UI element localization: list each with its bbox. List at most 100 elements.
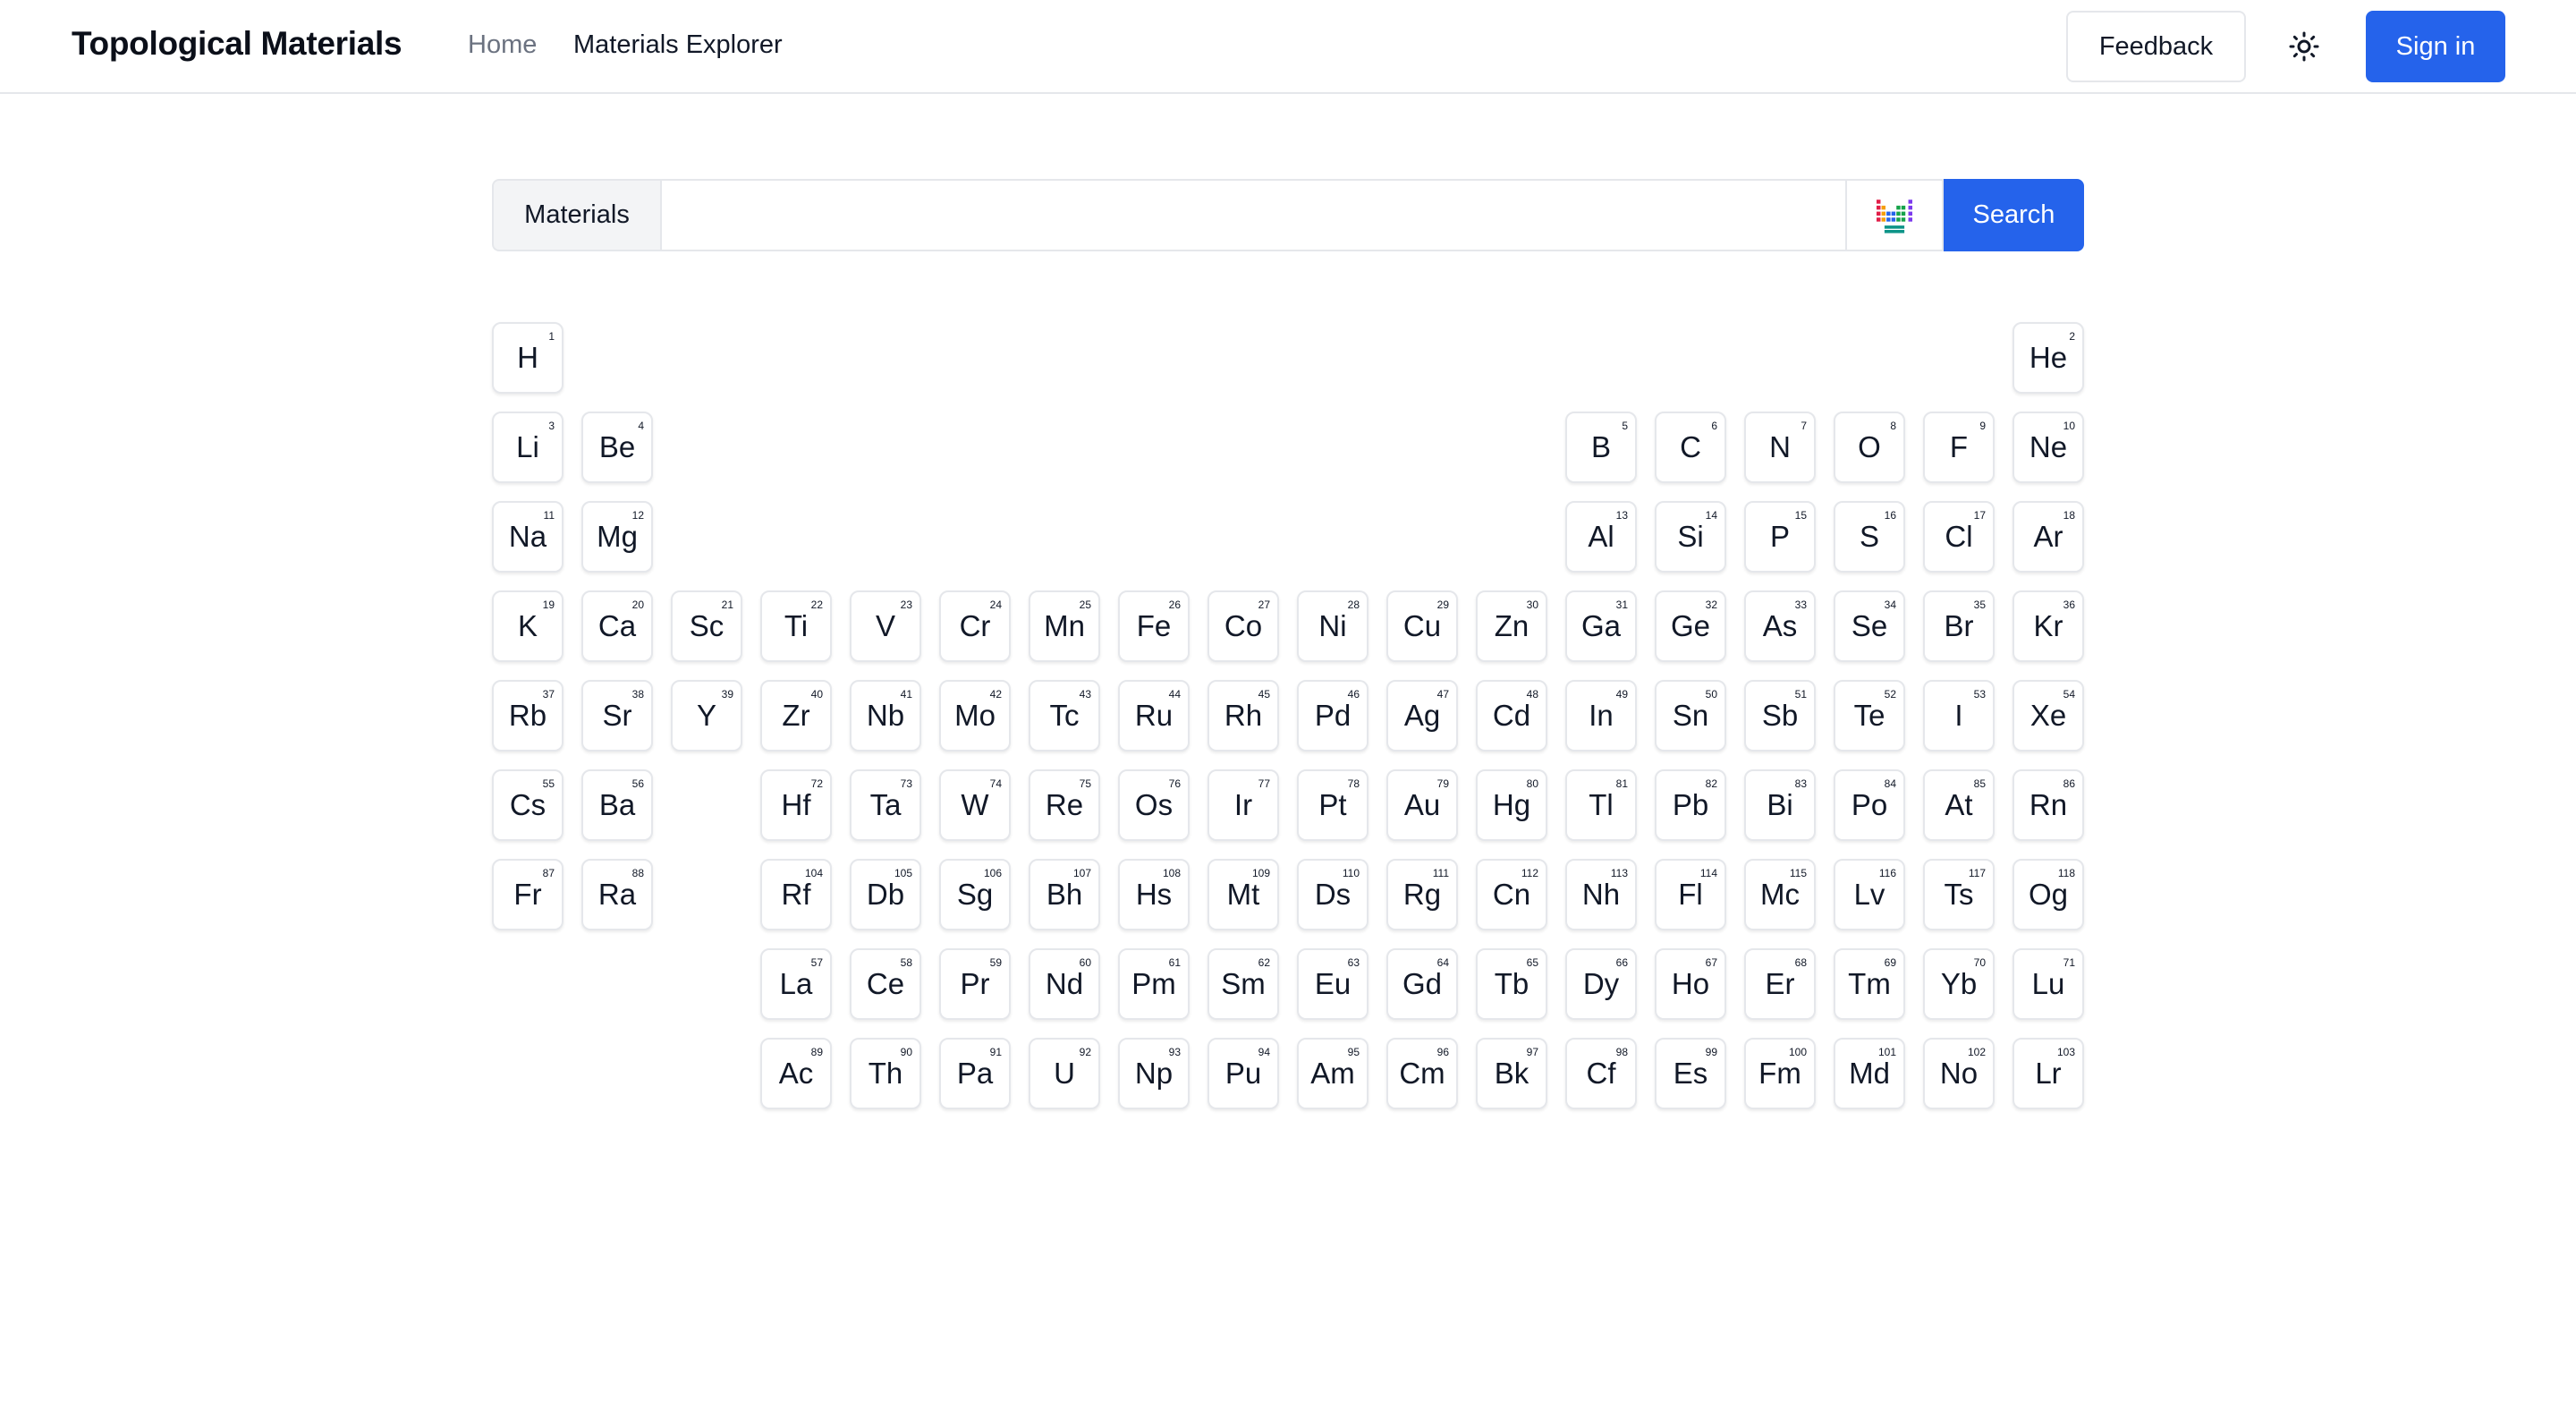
materials-search-input[interactable] (660, 179, 1847, 251)
element-tile-mt[interactable]: Mt 109 (1208, 859, 1279, 930)
element-tile-gd[interactable]: Gd 64 (1386, 948, 1458, 1020)
element-tile-as[interactable]: As 33 (1744, 590, 1816, 662)
element-tile-bi[interactable]: Bi 83 (1744, 769, 1816, 841)
element-tile-u[interactable]: U 92 (1029, 1038, 1100, 1109)
element-tile-ce[interactable]: Ce 58 (850, 948, 921, 1020)
element-tile-xe[interactable]: Xe 54 (2012, 680, 2084, 751)
element-tile-c[interactable]: C6 (1655, 412, 1726, 483)
element-tile-f[interactable]: F9 (1923, 412, 1995, 483)
element-tile-db[interactable]: Db 105 (850, 859, 921, 930)
element-tile-h[interactable]: H1 (492, 322, 564, 394)
nav-link-materials-explorer[interactable]: Materials Explorer (573, 30, 783, 60)
element-tile-tb[interactable]: Tb 65 (1476, 948, 1547, 1020)
element-tile-zn[interactable]: Zn 30 (1476, 590, 1547, 662)
element-tile-ti[interactable]: Ti 22 (760, 590, 832, 662)
element-tile-bh[interactable]: Bh 107 (1029, 859, 1100, 930)
element-tile-ar[interactable]: Ar 18 (2012, 501, 2084, 573)
element-tile-ba[interactable]: Ba 56 (581, 769, 653, 841)
element-tile-ac[interactable]: Ac 89 (760, 1038, 832, 1109)
element-tile-v[interactable]: V 23 (850, 590, 921, 662)
element-tile-na[interactable]: Na 11 (492, 501, 564, 573)
element-tile-at[interactable]: At 85 (1923, 769, 1995, 841)
element-tile-se[interactable]: Se 34 (1834, 590, 1905, 662)
element-tile-rg[interactable]: Rg 111 (1386, 859, 1458, 930)
element-tile-au[interactable]: Au 79 (1386, 769, 1458, 841)
element-tile-fl[interactable]: Fl 114 (1655, 859, 1726, 930)
element-tile-lv[interactable]: Lv 116 (1834, 859, 1905, 930)
element-tile-yb[interactable]: Yb 70 (1923, 948, 1995, 1020)
element-tile-dy[interactable]: Dy 66 (1565, 948, 1637, 1020)
feedback-button[interactable]: Feedback (2066, 11, 2246, 82)
element-tile-ra[interactable]: Ra 88 (581, 859, 653, 930)
element-tile-cu[interactable]: Cu 29 (1386, 590, 1458, 662)
element-tile-he[interactable]: He 2 (2012, 322, 2084, 394)
element-tile-co[interactable]: Co 27 (1208, 590, 1279, 662)
element-tile-ta[interactable]: Ta 73 (850, 769, 921, 841)
element-tile-hg[interactable]: Hg 80 (1476, 769, 1547, 841)
element-tile-kr[interactable]: Kr 36 (2012, 590, 2084, 662)
element-tile-fm[interactable]: Fm 100 (1744, 1038, 1816, 1109)
element-tile-mn[interactable]: Mn 25 (1029, 590, 1100, 662)
element-tile-tm[interactable]: Tm 69 (1834, 948, 1905, 1020)
element-tile-rb[interactable]: Rb 37 (492, 680, 564, 751)
element-tile-o[interactable]: O8 (1834, 412, 1905, 483)
element-tile-eu[interactable]: Eu 63 (1297, 948, 1368, 1020)
element-tile-nb[interactable]: Nb 41 (850, 680, 921, 751)
element-tile-cd[interactable]: Cd 48 (1476, 680, 1547, 751)
periodic-table-toggle-button[interactable] (1847, 179, 1944, 251)
element-tile-pr[interactable]: Pr 59 (939, 948, 1011, 1020)
element-tile-md[interactable]: Md 101 (1834, 1038, 1905, 1109)
element-tile-pu[interactable]: Pu 94 (1208, 1038, 1279, 1109)
element-tile-ne[interactable]: Ne 10 (2012, 412, 2084, 483)
element-tile-te[interactable]: Te 52 (1834, 680, 1905, 751)
element-tile-y[interactable]: Y 39 (671, 680, 742, 751)
element-tile-ga[interactable]: Ga 31 (1565, 590, 1637, 662)
element-tile-cs[interactable]: Cs 55 (492, 769, 564, 841)
element-tile-fr[interactable]: Fr 87 (492, 859, 564, 930)
element-tile-la[interactable]: La 57 (760, 948, 832, 1020)
element-tile-cm[interactable]: Cm 96 (1386, 1038, 1458, 1109)
element-tile-hf[interactable]: Hf 72 (760, 769, 832, 841)
element-tile-sr[interactable]: Sr 38 (581, 680, 653, 751)
element-tile-th[interactable]: Th 90 (850, 1038, 921, 1109)
element-tile-er[interactable]: Er 68 (1744, 948, 1816, 1020)
element-tile-sc[interactable]: Sc 21 (671, 590, 742, 662)
element-tile-mc[interactable]: Mc 115 (1744, 859, 1816, 930)
element-tile-lu[interactable]: Lu 71 (2012, 948, 2084, 1020)
element-tile-pa[interactable]: Pa 91 (939, 1038, 1011, 1109)
element-tile-tl[interactable]: Tl 81 (1565, 769, 1637, 841)
element-tile-np[interactable]: Np 93 (1118, 1038, 1190, 1109)
element-tile-nh[interactable]: Nh 113 (1565, 859, 1637, 930)
element-tile-os[interactable]: Os 76 (1118, 769, 1190, 841)
element-tile-si[interactable]: Si 14 (1655, 501, 1726, 573)
element-tile-nd[interactable]: Nd 60 (1029, 948, 1100, 1020)
theme-toggle-button[interactable] (2277, 20, 2331, 73)
element-tile-cr[interactable]: Cr 24 (939, 590, 1011, 662)
element-tile-cn[interactable]: Cn 112 (1476, 859, 1547, 930)
element-tile-br[interactable]: Br 35 (1923, 590, 1995, 662)
element-tile-cl[interactable]: Cl 17 (1923, 501, 1995, 573)
element-tile-bk[interactable]: Bk 97 (1476, 1038, 1547, 1109)
element-tile-fe[interactable]: Fe 26 (1118, 590, 1190, 662)
element-tile-ag[interactable]: Ag 47 (1386, 680, 1458, 751)
element-tile-rn[interactable]: Rn 86 (2012, 769, 2084, 841)
element-tile-ru[interactable]: Ru 44 (1118, 680, 1190, 751)
element-tile-mg[interactable]: Mg 12 (581, 501, 653, 573)
element-tile-mo[interactable]: Mo 42 (939, 680, 1011, 751)
element-tile-zr[interactable]: Zr 40 (760, 680, 832, 751)
element-tile-be[interactable]: Be 4 (581, 412, 653, 483)
element-tile-ds[interactable]: Ds 110 (1297, 859, 1368, 930)
element-tile-es[interactable]: Es 99 (1655, 1038, 1726, 1109)
element-tile-w[interactable]: W 74 (939, 769, 1011, 841)
element-tile-hs[interactable]: Hs 108 (1118, 859, 1190, 930)
element-tile-ho[interactable]: Ho 67 (1655, 948, 1726, 1020)
element-tile-p[interactable]: P 15 (1744, 501, 1816, 573)
element-tile-in[interactable]: In 49 (1565, 680, 1637, 751)
element-tile-ts[interactable]: Ts 117 (1923, 859, 1995, 930)
element-tile-k[interactable]: K 19 (492, 590, 564, 662)
element-tile-n[interactable]: N7 (1744, 412, 1816, 483)
element-tile-li[interactable]: Li 3 (492, 412, 564, 483)
element-tile-pm[interactable]: Pm 61 (1118, 948, 1190, 1020)
element-tile-pt[interactable]: Pt 78 (1297, 769, 1368, 841)
element-tile-ir[interactable]: Ir 77 (1208, 769, 1279, 841)
